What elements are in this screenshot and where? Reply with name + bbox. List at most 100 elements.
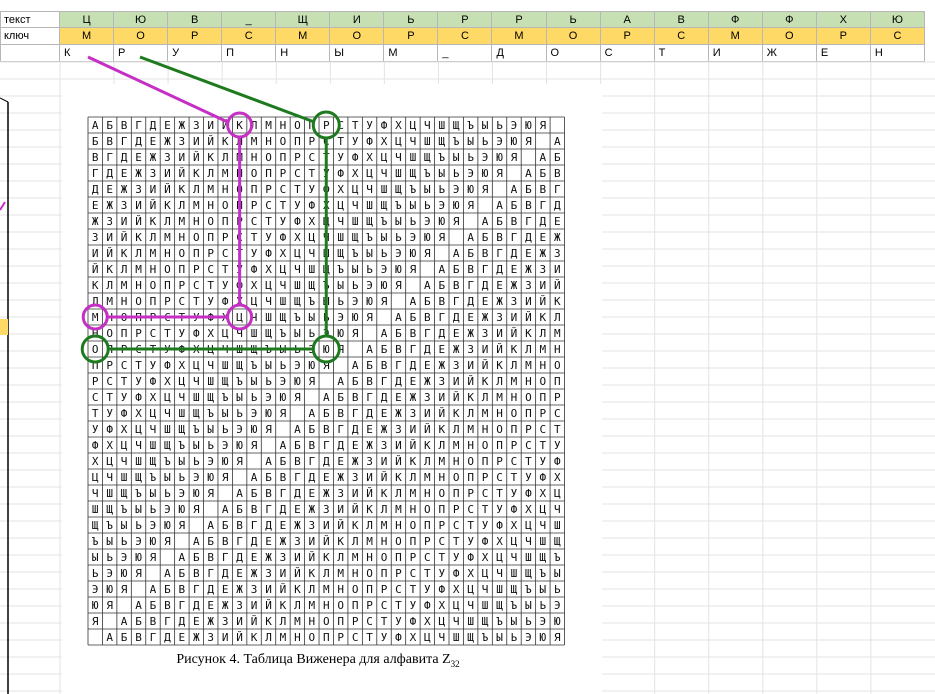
table-letter: М bbox=[150, 247, 157, 260]
table-letter: М bbox=[410, 487, 417, 500]
table-letter: Й bbox=[395, 455, 402, 468]
table-letter: К bbox=[352, 519, 359, 532]
table-letter: Ю bbox=[424, 231, 431, 244]
table-letter: Щ bbox=[222, 375, 229, 388]
table-letter: Ч bbox=[554, 503, 561, 516]
table-letter: З bbox=[337, 487, 344, 500]
table-letter: У bbox=[410, 599, 417, 612]
table-letter: Ч bbox=[453, 615, 460, 628]
table-letter: Ь bbox=[193, 455, 200, 468]
table-letter: П bbox=[366, 583, 373, 596]
table-letter: Л bbox=[207, 167, 214, 180]
table-letter: Ч bbox=[106, 471, 113, 484]
table-letter: Ч bbox=[150, 423, 157, 436]
table-letter: И bbox=[496, 327, 503, 340]
table-letter: М bbox=[424, 471, 431, 484]
table-letter: В bbox=[309, 439, 316, 452]
table-letter: Х bbox=[164, 375, 171, 388]
table-letter: Б bbox=[121, 631, 128, 644]
table-letter: П bbox=[265, 167, 272, 180]
table-letter: Т bbox=[395, 599, 402, 612]
table-letter: Р bbox=[395, 567, 402, 580]
table-letter: Э bbox=[410, 231, 417, 244]
table-letter: Щ bbox=[193, 407, 200, 420]
table-letter: М bbox=[438, 455, 445, 468]
table-letter: И bbox=[323, 519, 330, 532]
table-letter: Й bbox=[309, 551, 316, 564]
table-letter: Я bbox=[554, 631, 561, 644]
table-letter: З bbox=[207, 631, 214, 644]
table-letter: Ж bbox=[150, 151, 157, 164]
table-letter: И bbox=[438, 391, 445, 404]
table-letter: Ь bbox=[540, 599, 547, 612]
table-letter: Ш bbox=[467, 615, 474, 628]
table-letter: Ю bbox=[193, 487, 200, 500]
table-letter: Б bbox=[323, 407, 330, 420]
table-letter: Т bbox=[280, 199, 287, 212]
table-letter: Ф bbox=[438, 583, 445, 596]
table-letter: Ж bbox=[496, 295, 503, 308]
table-letter: Я bbox=[222, 471, 229, 484]
table-letter: И bbox=[251, 599, 258, 612]
table-letter: Я bbox=[280, 407, 287, 420]
table-letter: П bbox=[337, 615, 344, 628]
table-letter: Й bbox=[482, 359, 489, 372]
table-letter: Ъ bbox=[352, 247, 359, 260]
table-letter: К bbox=[482, 375, 489, 388]
table-letter: Н bbox=[251, 151, 258, 164]
table-letter: Е bbox=[424, 359, 431, 372]
table-letter: Я bbox=[106, 599, 113, 612]
table-letter: Й bbox=[150, 199, 157, 212]
table-letter: Т bbox=[381, 615, 388, 628]
table-letter: Э bbox=[179, 487, 186, 500]
table-letter: А bbox=[395, 311, 402, 324]
table-letter: И bbox=[193, 135, 200, 148]
table-letter: Б bbox=[265, 471, 272, 484]
table-letter: Е bbox=[150, 135, 157, 148]
table-letter: З bbox=[294, 535, 301, 548]
table-letter: У bbox=[294, 199, 301, 212]
table-letter: Щ bbox=[424, 151, 431, 164]
table-letter: П bbox=[164, 279, 171, 292]
table-letter: И bbox=[135, 199, 142, 212]
table-letter: Д bbox=[496, 263, 503, 276]
table-letter: Э bbox=[482, 151, 489, 164]
table-letter: Ж bbox=[280, 535, 287, 548]
table-letter: Ц bbox=[540, 503, 547, 516]
table-letter: О bbox=[337, 599, 344, 612]
table-letter: А bbox=[106, 631, 113, 644]
table-letter: Б bbox=[482, 231, 489, 244]
table-letter: П bbox=[482, 455, 489, 468]
table-letter: Ь bbox=[106, 551, 113, 564]
table-letter: Ч bbox=[280, 279, 287, 292]
table-letter: Ю bbox=[179, 503, 186, 516]
table-letter: Т bbox=[453, 535, 460, 548]
table-letter: У bbox=[280, 215, 287, 228]
table-letter: З bbox=[121, 199, 128, 212]
table-letter: Р bbox=[222, 231, 229, 244]
table-letter: Х bbox=[453, 583, 460, 596]
table-letter: Я bbox=[511, 151, 518, 164]
table-letter: В bbox=[554, 167, 561, 180]
table-letter: Т bbox=[106, 391, 113, 404]
table-letter: У bbox=[381, 631, 388, 644]
caption-text: Рисунок 4. Таблица Виженера для алфавита… bbox=[176, 652, 451, 667]
table-letter: К bbox=[236, 119, 243, 132]
table-letter: К bbox=[207, 151, 214, 164]
table-letter: М bbox=[280, 631, 287, 644]
table-letter: Ж bbox=[482, 311, 489, 324]
table-letter: Л bbox=[309, 583, 316, 596]
table-letter: И bbox=[179, 151, 186, 164]
table-letter: Г bbox=[323, 439, 330, 452]
table-letter: Ж bbox=[410, 391, 417, 404]
table-letter: Ч bbox=[193, 375, 200, 388]
table-letter: Л bbox=[280, 615, 287, 628]
table-letter: Ю bbox=[121, 567, 128, 580]
table-letter: М bbox=[540, 343, 547, 356]
table-letter: О bbox=[193, 231, 200, 244]
left-edge-arrow bbox=[0, 201, 6, 211]
table-letter: М bbox=[193, 199, 200, 212]
table-letter: Х bbox=[352, 167, 359, 180]
table-letter: Ы bbox=[395, 215, 402, 228]
table-letter: В bbox=[381, 359, 388, 372]
